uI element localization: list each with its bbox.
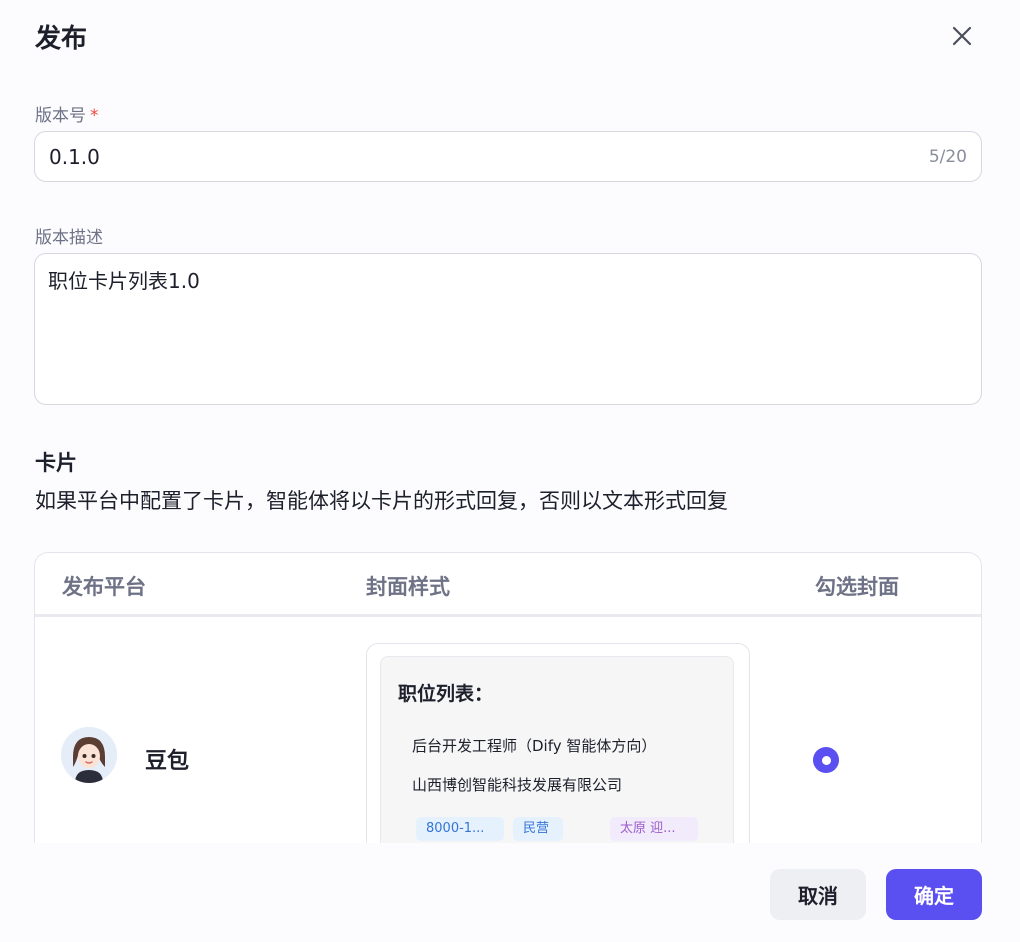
- select-cover-radio[interactable]: [813, 747, 839, 773]
- card-section-title: 卡片: [35, 451, 77, 475]
- cancel-button[interactable]: 取消: [770, 869, 866, 920]
- dialog-title: 发布: [35, 24, 88, 54]
- card-tag-location: 太原 迎...: [610, 817, 698, 841]
- required-mark: *: [90, 106, 99, 126]
- description-label: 版本描述: [35, 228, 103, 248]
- version-label: 版本号 *: [35, 106, 99, 126]
- publish-dialog: 发布 版本号 * 0.1.0 5/20 版本描述 职位卡片列表1.0 卡片 如果平…: [0, 0, 1020, 942]
- radio-checked-dot: [821, 755, 831, 765]
- dialog-footer: 取消 确定: [0, 843, 1020, 942]
- card-company: 山西博创智能科技发展有限公司: [412, 776, 623, 794]
- header-cover-style: 封面样式: [366, 575, 450, 599]
- platform-table: 发布平台 封面样式 勾选封面 豆包 职位列表： 后台开发工程师（Dify 智能体…: [34, 552, 982, 852]
- card-section-description: 如果平台中配置了卡片，智能体将以卡片的形式回复，否则以文本形式回复: [35, 489, 728, 513]
- version-input-value: 0.1.0: [49, 145, 100, 169]
- header-platform: 发布平台: [62, 575, 146, 599]
- card-tag-salary: 8000-1...: [416, 817, 504, 841]
- doubao-avatar-icon: [61, 727, 117, 783]
- card-job-title: 后台开发工程师（Dify 智能体方向）: [412, 737, 657, 755]
- version-char-counter: 5/20: [928, 147, 967, 167]
- platform-name: 豆包: [145, 749, 190, 774]
- confirm-button[interactable]: 确定: [886, 869, 982, 920]
- close-icon: [952, 26, 972, 46]
- card-tag-type: 民营: [513, 817, 563, 841]
- description-textarea[interactable]: 职位卡片列表1.0: [34, 253, 982, 405]
- table-header: 发布平台 封面样式 勾选封面: [35, 553, 981, 617]
- card-title: 职位列表：: [398, 683, 494, 705]
- cover-style-preview[interactable]: 职位列表： 后台开发工程师（Dify 智能体方向） 山西博创智能科技发展有限公司…: [366, 643, 750, 852]
- header-select-cover: 勾选封面: [815, 575, 899, 599]
- job-card-preview: 职位列表： 后台开发工程师（Dify 智能体方向） 山西博创智能科技发展有限公司…: [380, 656, 734, 852]
- version-input[interactable]: 0.1.0 5/20: [34, 131, 982, 182]
- description-textarea-value: 职位卡片列表1.0: [48, 269, 200, 293]
- close-button[interactable]: [946, 20, 978, 52]
